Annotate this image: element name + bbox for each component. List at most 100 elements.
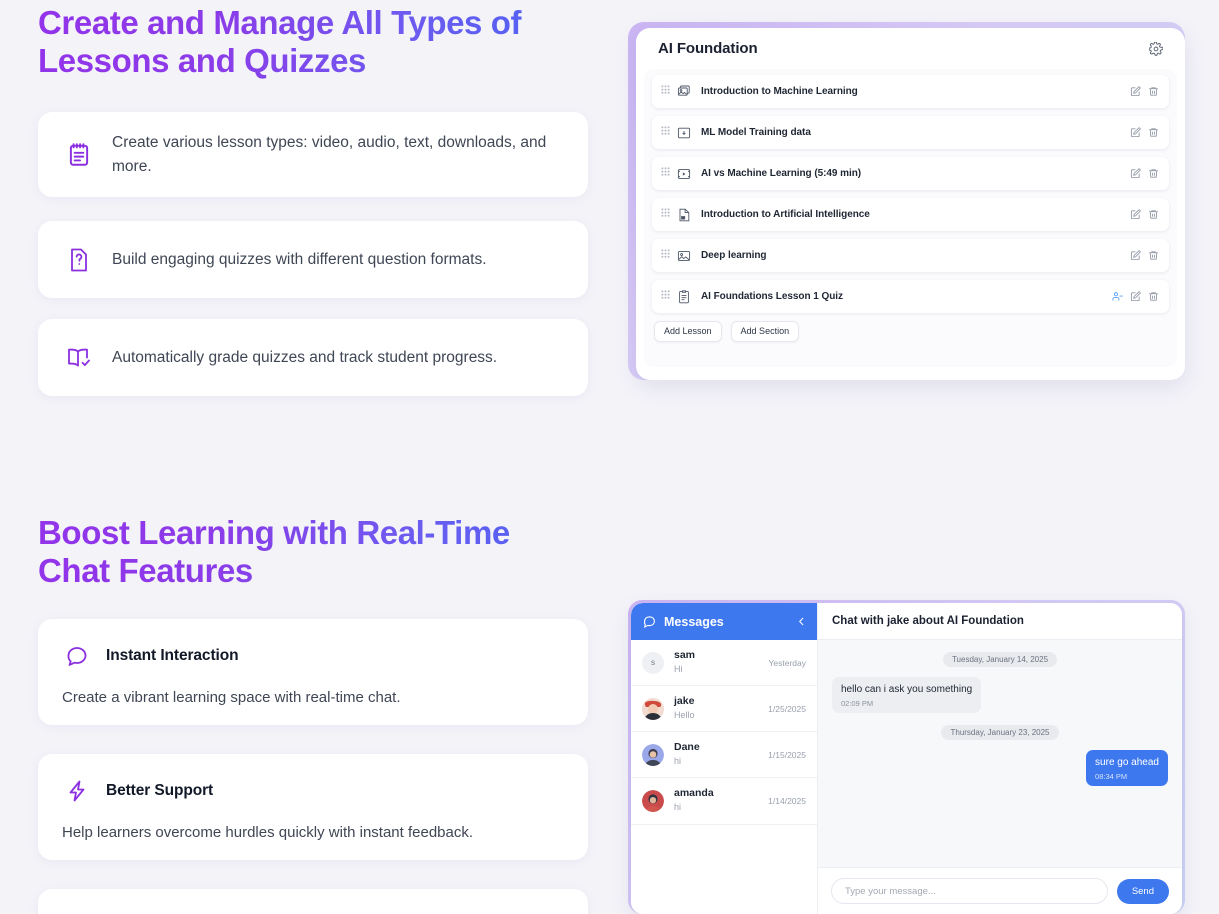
assign-user-icon[interactable] <box>1112 291 1123 302</box>
edit-icon[interactable] <box>1130 291 1141 302</box>
conversation-item[interactable]: amanda hi 1/14/2025 <box>631 778 817 825</box>
drag-handle-icon[interactable] <box>661 206 670 224</box>
add-lesson-button[interactable]: Add Lesson <box>654 321 722 342</box>
row-actions <box>1130 86 1159 97</box>
lesson-name: ML Model Training data <box>701 127 811 138</box>
row-actions <box>1130 209 1159 220</box>
lesson-name: AI vs Machine Learning (5:49 min) <box>701 168 862 179</box>
conversation-date: Yesterday <box>768 657 807 668</box>
benefit-text: Help learners overcome hurdles quickly w… <box>62 824 474 841</box>
conversation-name: jake <box>674 695 695 708</box>
messages-header-label: Messages <box>643 615 724 629</box>
page-title: Create and Manage All Types of Lessons a… <box>38 4 598 80</box>
builder-footer-actions: Add Lesson Add Section <box>652 321 1169 342</box>
conversation-item[interactable]: jake Hello 1/25/2025 <box>631 686 817 733</box>
benefit-card-header: Better Support <box>62 776 564 806</box>
row-actions <box>1130 250 1159 261</box>
day-separator: Thursday, January 23, 2025 <box>941 725 1059 740</box>
feature-text: Build engaging quizzes with different qu… <box>112 250 487 268</box>
chat-thread-pane: Chat with jake about AI Foundation Tuesd… <box>818 603 1182 914</box>
page-root: Create and Manage All Types of Lessons a… <box>0 0 1219 914</box>
trash-icon[interactable] <box>1148 86 1159 97</box>
drag-handle-icon[interactable] <box>661 124 670 142</box>
day-separator: Tuesday, January 14, 2025 <box>942 652 1058 667</box>
conversation-preview: Hi <box>674 663 683 674</box>
lesson-name: AI Foundations Lesson 1 Quiz <box>701 291 843 302</box>
chevron-left-icon[interactable] <box>796 616 807 627</box>
message-text: sure go ahead <box>1095 757 1159 768</box>
message-bubble-incoming: hello can i ask you something 02:09 PM <box>832 677 982 713</box>
page-title-2: Boost Learning with Real-Time Chat Featu… <box>38 514 598 590</box>
conversation-meta: jake Hello <box>674 695 758 722</box>
conversation-item[interactable]: s sam Hi Yesterday <box>631 640 817 687</box>
lightning-icon <box>62 776 92 806</box>
conversation-name: Dane <box>674 741 700 754</box>
send-button[interactable]: Send <box>1116 878 1169 904</box>
avatar <box>642 697 664 720</box>
message-time: 02:09 PM <box>841 699 874 708</box>
chat-app-panel: Messages s sam Hi Yesterday jake Hello 1… <box>631 603 1182 914</box>
builder-header: AI Foundation <box>636 28 1185 69</box>
row-actions <box>1130 127 1159 138</box>
benefit-title: Instant Interaction <box>106 647 239 664</box>
notepad-icon <box>64 140 94 170</box>
trash-icon[interactable] <box>1148 291 1159 302</box>
edit-icon[interactable] <box>1130 168 1141 179</box>
conversation-item[interactable]: Dane hi 1/15/2025 <box>631 732 817 779</box>
lesson-name: Introduction to Machine Learning <box>701 86 858 97</box>
edit-icon[interactable] <box>1130 250 1141 261</box>
gear-icon[interactable] <box>1149 41 1163 56</box>
benefit-card: Better Support Help learners overcome hu… <box>38 754 588 860</box>
lesson-row[interactable]: Deep learning <box>652 239 1169 272</box>
trash-icon[interactable] <box>1148 127 1159 138</box>
message-input[interactable] <box>831 878 1108 904</box>
lesson-name: Introduction to Artificial Intelligence <box>701 209 870 220</box>
avatar: s <box>642 651 664 674</box>
drag-handle-icon[interactable] <box>661 247 670 265</box>
lesson-row[interactable]: AI vs Machine Learning (5:49 min) <box>652 157 1169 190</box>
benefit-card-partial <box>38 889 588 914</box>
benefit-card-header: Instant Interaction <box>62 641 564 671</box>
conversation-preview: Hello <box>674 709 695 720</box>
download-file-icon <box>676 125 692 141</box>
avatar <box>642 743 664 766</box>
lesson-row[interactable]: ML Model Training data <box>652 116 1169 149</box>
messages-header: Messages <box>631 603 817 640</box>
row-actions <box>1112 291 1159 302</box>
slides-icon <box>676 84 692 100</box>
conversation-preview: hi <box>674 755 682 766</box>
edit-icon[interactable] <box>1130 209 1141 220</box>
lesson-builder-panel: AI Foundation Introduction to Machine Le… <box>636 28 1185 380</box>
conversation-sidebar: Messages s sam Hi Yesterday jake Hello 1… <box>631 603 818 914</box>
feature-text: Create various lesson types: video, audi… <box>112 133 547 175</box>
add-section-button[interactable]: Add Section <box>730 321 800 342</box>
messages-title: Messages <box>664 614 724 629</box>
book-check-icon <box>64 343 94 373</box>
message-bubble-outgoing: sure go ahead 08:34 PM <box>1086 750 1168 786</box>
row-actions <box>1130 168 1159 179</box>
chat-composer: Send <box>818 867 1182 914</box>
video-icon <box>676 166 692 182</box>
trash-icon[interactable] <box>1148 168 1159 179</box>
lesson-list: Introduction to Machine Learning ML Mode… <box>644 69 1177 367</box>
message-text: hello can i ask you something <box>841 684 973 695</box>
lesson-row[interactable]: AI Foundations Lesson 1 Quiz <box>652 280 1169 313</box>
lesson-row[interactable]: Introduction to Artificial Intelligence <box>652 198 1169 231</box>
conversation-preview: hi <box>674 802 682 813</box>
feature-card: Build engaging quizzes with different qu… <box>38 221 588 298</box>
trash-icon[interactable] <box>1148 250 1159 261</box>
builder-title: AI Foundation <box>658 40 758 57</box>
chat-thread-header: Chat with jake about AI Foundation <box>818 603 1182 640</box>
edit-icon[interactable] <box>1130 127 1141 138</box>
edit-icon[interactable] <box>1130 86 1141 97</box>
chat-bubble-icon <box>62 641 92 671</box>
feature-card: Automatically grade quizzes and track st… <box>38 319 588 396</box>
chat-thread-body: Tuesday, January 14, 2025 hello can i as… <box>818 640 1182 867</box>
drag-handle-icon[interactable] <box>661 288 670 306</box>
conversation-meta: Dane hi <box>674 741 758 768</box>
drag-handle-icon[interactable] <box>661 165 670 183</box>
trash-icon[interactable] <box>1148 209 1159 220</box>
drag-handle-icon[interactable] <box>661 83 670 101</box>
benefit-title: Better Support <box>106 782 214 799</box>
lesson-row[interactable]: Introduction to Machine Learning <box>652 75 1169 108</box>
